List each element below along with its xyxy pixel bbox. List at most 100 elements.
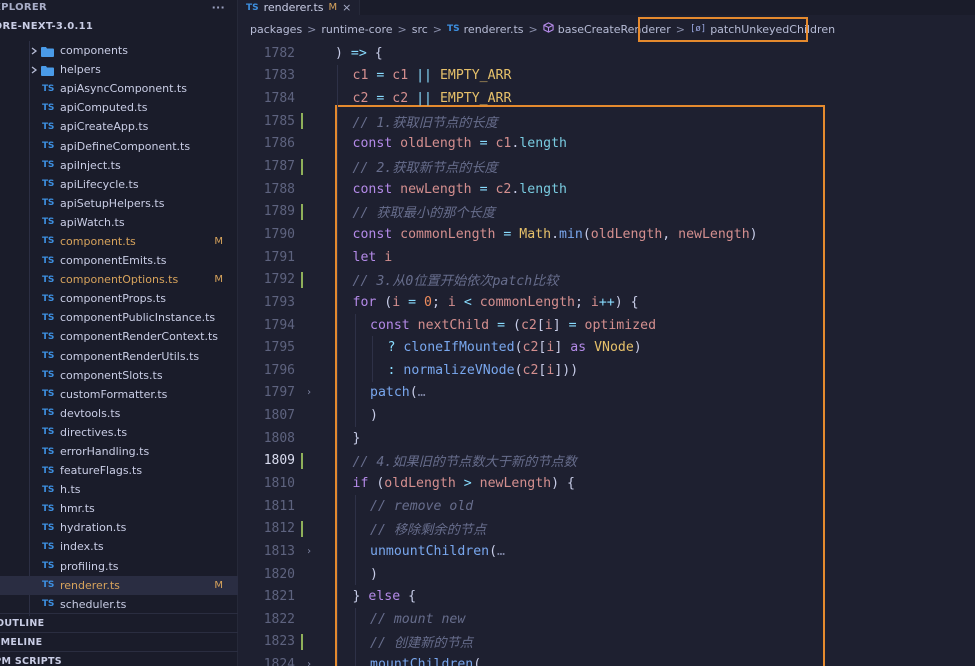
code-line[interactable]: 1797 › patch(…: [238, 381, 975, 405]
breadcrumb-item-current[interactable]: patchUnkeyedChildren: [710, 23, 835, 36]
close-tab-icon[interactable]: ×: [342, 1, 351, 14]
tree-file[interactable]: TS hydration.ts: [0, 518, 238, 537]
tree-file[interactable]: TS devtools.ts: [0, 404, 238, 423]
tree-folder[interactable]: helpers: [0, 60, 238, 79]
fold-chevron-icon[interactable]: ›: [306, 387, 312, 398]
tree-file[interactable]: TS apiSetupHelpers.ts: [0, 194, 238, 213]
tree-file[interactable]: TS errorHandling.ts: [0, 442, 238, 461]
fold-chevron-icon[interactable]: ›: [306, 659, 312, 666]
tree-file[interactable]: TS scheduler.ts: [0, 595, 238, 614]
more-actions-icon[interactable]: ···: [212, 1, 225, 14]
npm-scripts-panel[interactable]: NPM SCRIPTS: [0, 651, 238, 666]
project-root[interactable]: CORE-NEXT-3.0.11: [0, 14, 237, 38]
code-line[interactable]: 1823 // 创建新的节点: [238, 630, 975, 654]
code-line[interactable]: 1790 const commonLength = Math.min(oldLen…: [238, 223, 975, 246]
indent-guide: [337, 494, 338, 518]
indent-guide: [337, 223, 338, 246]
breadcrumb-item[interactable]: runtime-core: [321, 23, 392, 36]
code-line[interactable]: 1822 // mount new: [238, 608, 975, 631]
tree-file[interactable]: TS apiInject.ts: [0, 156, 238, 175]
code-text: mountChildren(…: [370, 657, 490, 666]
tree-file[interactable]: TS componentPublicInstance.ts: [0, 308, 238, 327]
tree-file[interactable]: TS apiWatch.ts: [0, 213, 238, 232]
typescript-icon: TS: [42, 83, 55, 94]
tree-file[interactable]: TS componentRenderUtils.ts: [0, 347, 238, 366]
code-line[interactable]: 1807): [238, 404, 975, 427]
code-line[interactable]: 1795 ? cloneIfMounted(c2[i] as VNode): [238, 336, 975, 359]
code-line[interactable]: 1791 let i: [238, 245, 975, 269]
tree-file[interactable]: TS profiling.ts: [0, 557, 238, 576]
code-line[interactable]: 1784 c2 = c2 || EMPTY_ARR: [238, 87, 975, 110]
tree-folder[interactable]: components: [0, 41, 238, 60]
indent-guide: [337, 472, 338, 495]
tree-file[interactable]: TS apiComputed.ts: [0, 98, 238, 117]
code-line[interactable]: 1783 c1 = c1 || EMPTY_ARR: [238, 64, 975, 88]
code-line[interactable]: 1788 const newLength = c2.length: [238, 177, 975, 201]
code-line[interactable]: 1782) => {: [238, 42, 975, 65]
code-line[interactable]: 1794 const nextChild = (c2[i] = optimized: [238, 313, 975, 337]
tree-file[interactable]: TS index.ts: [0, 537, 238, 556]
code-text: patch(…: [370, 385, 426, 401]
indent-guide: [354, 404, 356, 427]
code-line[interactable]: 1793 for (i = 0; i < commonLength; i++) {: [238, 291, 975, 314]
tree-file[interactable]: TS componentProps.ts: [0, 289, 238, 308]
code-line[interactable]: 1809 // 4.如果旧的节点数大于新的节点数: [238, 449, 975, 473]
typescript-icon: TS: [42, 312, 55, 323]
code-text: const nextChild = (c2[i] = optimized: [370, 317, 657, 333]
indent-guide: [337, 132, 338, 156]
line-number: 1795: [263, 340, 295, 356]
line-number: 1783: [263, 68, 295, 84]
tree-file[interactable]: TS componentSlots.ts: [0, 366, 238, 385]
tree-file[interactable]: TS apiCreateApp.ts: [0, 117, 238, 136]
code-line[interactable]: 1787 // 2.获取新节点的长度: [238, 155, 975, 178]
tree-file[interactable]: TS apiDefineComponent.ts: [0, 136, 238, 155]
tree-file[interactable]: TS renderer.ts M: [0, 575, 238, 595]
tree-file[interactable]: TS componentEmits.ts: [0, 251, 238, 270]
tree-item-label: errorHandling.ts: [60, 445, 150, 459]
code-line[interactable]: 1821} else {: [238, 585, 975, 609]
chevron-right-icon[interactable]: [30, 47, 38, 55]
code-line[interactable]: 1785 // 1.获取旧节点的长度: [238, 109, 975, 133]
breadcrumb-item[interactable]: renderer.ts: [464, 23, 524, 36]
code-editor[interactable]: 1782) => {1783 c1 = c1 || EMPTY_ARR 1784 c2…: [238, 42, 975, 666]
breadcrumb-item[interactable]: baseCreateRenderer: [558, 23, 671, 36]
fold-chevron-icon[interactable]: ›: [306, 546, 312, 557]
tree-file[interactable]: TS customFormatter.ts: [0, 385, 238, 404]
code-line[interactable]: 1824 › mountChildren(…: [238, 653, 975, 666]
code-line[interactable]: 1810 if (oldLength > newLength) {: [238, 472, 975, 495]
tree-file[interactable]: TS h.ts: [0, 480, 238, 499]
breadcrumb-item[interactable]: packages: [250, 23, 302, 36]
code-line[interactable]: 1786 const oldLength = c1.length: [238, 132, 975, 156]
tree-file[interactable]: TS apiLifecycle.ts: [0, 175, 238, 194]
indent-guide: [337, 540, 338, 563]
tab-renderer[interactable]: TS renderer.ts M ×: [238, 0, 361, 15]
method-cube-icon: [543, 22, 554, 36]
code-line[interactable]: 1789 // 获取最小的那个长度: [238, 200, 975, 224]
indent-guide: [337, 313, 338, 337]
tree-file[interactable]: TS apiAsyncComponent.ts: [0, 79, 238, 98]
tree-file[interactable]: TS component.ts M: [0, 232, 238, 251]
code-line[interactable]: 1812 // 移除剩余的节点: [238, 517, 975, 541]
tree-file[interactable]: TS featureFlags.ts: [0, 461, 238, 480]
breadcrumb-item[interactable]: src: [412, 23, 428, 36]
outline-panel[interactable]: OUTLINE: [0, 613, 238, 632]
timeline-panel[interactable]: TIMELINE: [0, 632, 238, 651]
tree-item-label: featureFlags.ts: [60, 464, 143, 478]
tree-file[interactable]: TS hmr.ts: [0, 499, 238, 518]
tree-file[interactable]: TS componentOptions.ts M: [0, 270, 238, 289]
chevron-right-icon[interactable]: [30, 66, 38, 74]
code-text: // 获取最小的那个长度: [352, 206, 496, 222]
code-line[interactable]: 1796: normalizeVNode(c2[i])): [238, 358, 975, 382]
code-line[interactable]: 1792 // 3.从0位置开始依次patch比较: [238, 268, 975, 292]
typescript-icon: TS: [42, 370, 55, 381]
tree-file[interactable]: TS directives.ts: [0, 423, 238, 442]
indent-guide: [337, 358, 338, 382]
code-line[interactable]: 1820): [238, 562, 975, 586]
typescript-icon: TS: [42, 274, 55, 285]
indent-guide: [337, 381, 338, 405]
code-text: }: [352, 430, 361, 446]
code-line[interactable]: 1813 › unmountChildren(…: [238, 540, 975, 563]
code-line[interactable]: 1811 // remove old: [238, 494, 975, 518]
tree-file[interactable]: TS componentRenderContext.ts: [0, 327, 238, 346]
code-line[interactable]: 1808}: [238, 426, 975, 450]
